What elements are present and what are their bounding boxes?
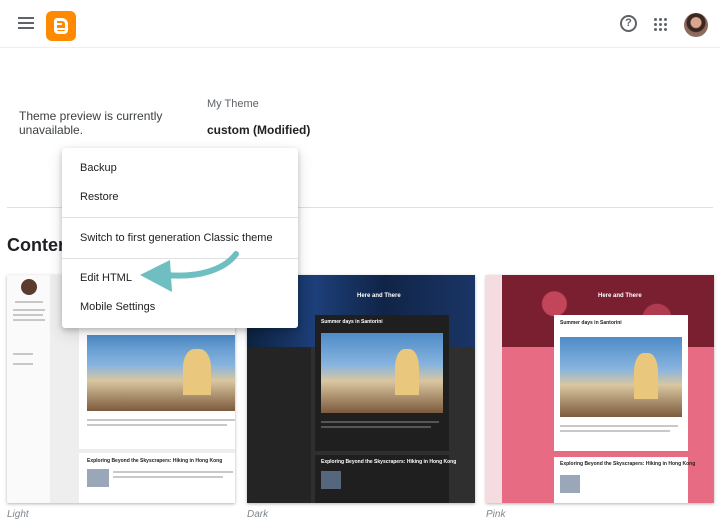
blog-title: Here and There [598, 293, 642, 299]
theme-thumb-sidebar [7, 275, 51, 503]
help-circle-icon[interactable]: ? [620, 15, 637, 32]
section-title: Conten [7, 235, 69, 255]
theme-caption-light: Light [7, 509, 29, 520]
post-title: Exploring Beyond the Skyscrapers: Hiking… [560, 461, 696, 467]
post-title: Exploring Beyond the Skyscrapers: Hiking… [321, 459, 457, 465]
theme-caption-dark: Dark [247, 509, 269, 520]
theme-thumb-post: Exploring Beyond the Skyscrapers: Hiking… [554, 457, 695, 503]
theme-name: custom (Modified) [207, 123, 311, 137]
theme-thumb-sidebar [486, 275, 502, 503]
top-app-bar: ? [0, 0, 720, 48]
post-title: Summer days in Santorini [560, 320, 622, 326]
theme-caption-pink: Pink [486, 509, 506, 520]
user-avatar[interactable] [684, 13, 708, 37]
highlight-arrow-icon [140, 251, 239, 292]
theme-thumb-post: Summer days in Santorini [315, 315, 449, 451]
post-title: Summer days in Santorini [321, 319, 383, 325]
theme-options-menu: Backup Restore Switch to first generatio… [62, 148, 298, 328]
apps-grid-icon[interactable] [654, 18, 667, 31]
theme-thumb-post: Exploring Beyond the Skyscrapers: Hiking… [315, 455, 456, 503]
post-title: Exploring Beyond the Skyscrapers: Hiking… [87, 458, 223, 464]
menu-item-restore[interactable]: Restore [62, 183, 298, 211]
my-theme-label: My Theme [207, 98, 259, 110]
theme-card-pink[interactable]: Here and There Summer days in Santorini … [486, 275, 714, 503]
theme-thumb-post: Summer days in Santorini [554, 315, 688, 451]
blogger-logo-icon[interactable] [46, 11, 76, 41]
menu-item-backup[interactable]: Backup [62, 154, 298, 182]
theme-preview-message: Theme preview is currently unavailable. [19, 109, 163, 137]
hamburger-menu-icon[interactable] [18, 17, 34, 30]
blog-title: Here and There [357, 293, 401, 299]
theme-thumb-sidebar [247, 347, 311, 503]
menu-divider [62, 217, 298, 218]
